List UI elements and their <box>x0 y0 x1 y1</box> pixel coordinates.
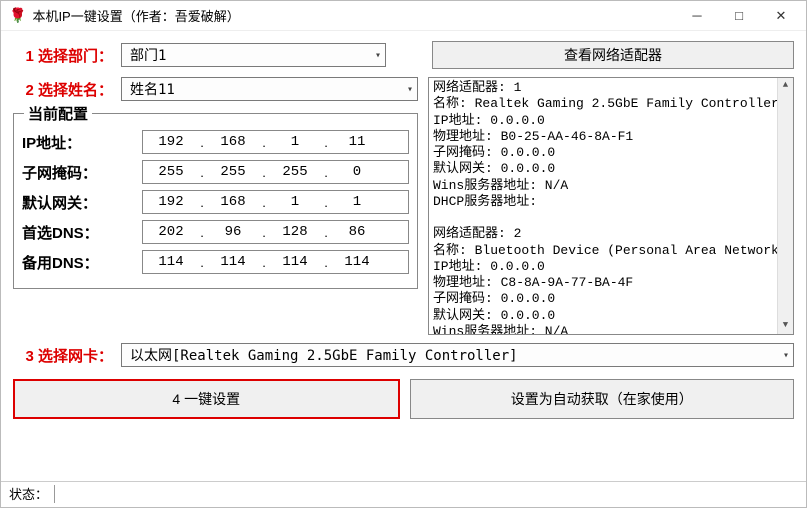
label-ip: IP地址： <box>22 132 142 153</box>
row-gateway: 默认网关： . . . <box>22 190 409 214</box>
gw-octet-4[interactable] <box>329 193 385 211</box>
current-config-group: 当前配置 IP地址： . . . 子网掩码： . <box>13 113 418 289</box>
dns1-octet-4[interactable] <box>329 223 385 241</box>
input-dns1[interactable]: . . . <box>142 220 409 244</box>
close-button[interactable]: ✕ <box>760 1 802 31</box>
mask-octet-4[interactable] <box>329 163 385 181</box>
input-ip[interactable]: . . . <box>142 130 409 154</box>
mask-octet-2[interactable] <box>205 163 261 181</box>
titlebar: 🌹 本机IP一键设置（作者：吾爱破解） ─ □ ✕ <box>1 1 806 31</box>
one-click-set-button[interactable]: 4 一键设置 <box>13 379 400 419</box>
label-dns1: 首选DNS： <box>22 222 142 243</box>
select-dept-value: 部门1 <box>130 45 166 65</box>
select-name[interactable]: 姓名11 ▾ <box>121 77 418 101</box>
dns2-octet-4[interactable] <box>329 253 385 271</box>
right-column: 网络适配器: 1 名称: Realtek Gaming 2.5GbE Famil… <box>428 77 794 335</box>
chevron-down-icon: ▾ <box>407 84 413 95</box>
status-label: 状态： <box>9 484 48 503</box>
content-area: 1 选择部门： 部门1 ▾ 查看网络适配器 2 选择姓名： 姓名11 ▾ <box>1 31 806 481</box>
mask-octet-3[interactable] <box>267 163 323 181</box>
chevron-down-icon: ▾ <box>375 50 381 61</box>
dns1-octet-3[interactable] <box>267 223 323 241</box>
select-dept[interactable]: 部门1 ▾ <box>121 43 386 67</box>
label-mask: 子网掩码： <box>22 162 142 183</box>
input-mask[interactable]: . . . <box>142 160 409 184</box>
dns2-octet-2[interactable] <box>205 253 261 271</box>
row-ip: IP地址： . . . <box>22 130 409 154</box>
ip-octet-1[interactable] <box>143 133 199 151</box>
row-mask: 子网掩码： . . . <box>22 160 409 184</box>
bottom-buttons: 4 一键设置 设置为自动获取（在家使用） <box>13 379 794 419</box>
gw-octet-1[interactable] <box>143 193 199 211</box>
label-dept: 1 选择部门： <box>13 45 113 66</box>
row-name: 2 选择姓名： 姓名11 ▾ <box>13 77 418 101</box>
input-gateway[interactable]: . . . <box>142 190 409 214</box>
set-auto-dhcp-label: 设置为自动获取（在家使用） <box>511 389 693 409</box>
label-nic: 3 选择网卡： <box>13 345 113 366</box>
statusbar: 状态： <box>1 481 806 507</box>
maximize-button[interactable]: □ <box>718 1 760 31</box>
select-name-value: 姓名11 <box>130 79 175 99</box>
adapter-info-textarea[interactable]: 网络适配器: 1 名称: Realtek Gaming 2.5GbE Famil… <box>428 77 794 335</box>
view-adapters-label: 查看网络适配器 <box>564 45 662 65</box>
minimize-button[interactable]: ─ <box>676 1 718 31</box>
main-split: 2 选择姓名： 姓名11 ▾ 当前配置 IP地址： . . . <box>13 77 794 335</box>
dns1-octet-1[interactable] <box>143 223 199 241</box>
scroll-down-icon[interactable]: ▼ <box>778 318 793 334</box>
adapter-info-text: 网络适配器: 1 名称: Realtek Gaming 2.5GbE Famil… <box>433 80 787 335</box>
select-nic-value: 以太网[Realtek Gaming 2.5GbE Family Control… <box>130 345 518 365</box>
label-gateway: 默认网关： <box>22 192 142 213</box>
row-nic: 3 选择网卡： 以太网[Realtek Gaming 2.5GbE Family… <box>13 343 794 367</box>
window-title: 本机IP一键设置（作者：吾爱破解） <box>32 6 676 25</box>
ip-octet-3[interactable] <box>267 133 323 151</box>
scroll-up-icon[interactable]: ▲ <box>778 78 793 94</box>
ip-octet-2[interactable] <box>205 133 261 151</box>
select-nic[interactable]: 以太网[Realtek Gaming 2.5GbE Family Control… <box>121 343 794 367</box>
dns2-octet-3[interactable] <box>267 253 323 271</box>
mask-octet-1[interactable] <box>143 163 199 181</box>
ip-octet-4[interactable] <box>329 133 385 151</box>
input-dns2[interactable]: . . . <box>142 250 409 274</box>
label-name: 2 选择姓名： <box>13 79 113 100</box>
chevron-down-icon: ▾ <box>783 350 789 361</box>
dns1-octet-2[interactable] <box>205 223 261 241</box>
app-icon: 🌹 <box>9 7 26 24</box>
view-adapters-button[interactable]: 查看网络适配器 <box>432 41 794 69</box>
left-column: 2 选择姓名： 姓名11 ▾ 当前配置 IP地址： . . . <box>13 77 418 335</box>
config-legend: 当前配置 <box>24 103 92 124</box>
gw-octet-2[interactable] <box>205 193 261 211</box>
row-dept: 1 选择部门： 部门1 ▾ 查看网络适配器 <box>13 41 794 69</box>
row-dns2: 备用DNS： . . . <box>22 250 409 274</box>
one-click-set-label: 4 一键设置 <box>172 389 240 409</box>
gw-octet-3[interactable] <box>267 193 323 211</box>
scrollbar[interactable]: ▲ ▼ <box>777 78 793 334</box>
set-auto-dhcp-button[interactable]: 设置为自动获取（在家使用） <box>410 379 795 419</box>
dns2-octet-1[interactable] <box>143 253 199 271</box>
application-window: 🌹 本机IP一键设置（作者：吾爱破解） ─ □ ✕ 1 选择部门： 部门1 ▾ … <box>0 0 807 508</box>
status-separator <box>54 485 55 503</box>
label-dns2: 备用DNS： <box>22 252 142 273</box>
row-dns1: 首选DNS： . . . <box>22 220 409 244</box>
